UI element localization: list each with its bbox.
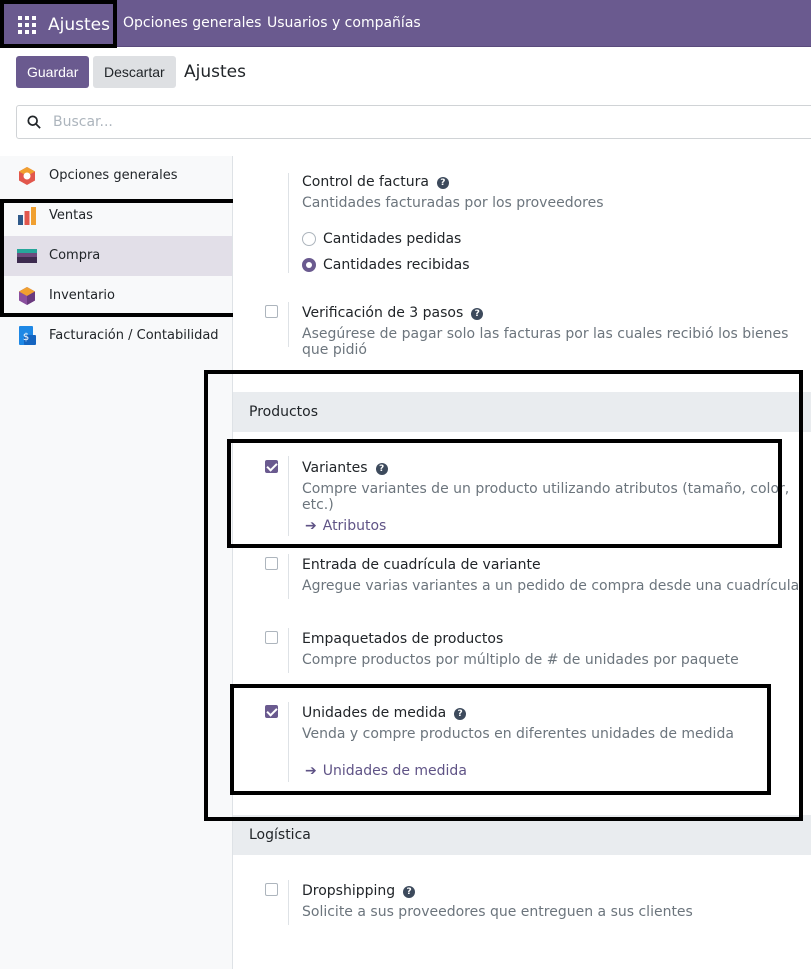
- radio-ordered-quantities[interactable]: [302, 232, 316, 246]
- sidebar-item-label: Opciones generales: [49, 168, 178, 183]
- sidebar-item-label: Compra: [49, 248, 101, 263]
- product-packagings-title: Empaquetados de productos: [302, 631, 504, 647]
- product-packagings-desc: Compre productos por múltiplo de # de un…: [302, 652, 739, 668]
- dropshipping-checkbox[interactable]: [265, 883, 278, 896]
- save-button[interactable]: Guardar: [16, 56, 90, 88]
- divider: [288, 628, 289, 673]
- sidebar-item-label: Facturación / Contabilidad: [49, 328, 219, 343]
- setting-label: Variantes: [302, 460, 368, 476]
- search-bar[interactable]: [16, 105, 811, 139]
- variant-grid-entry-checkbox[interactable]: [265, 557, 278, 570]
- divider: [288, 302, 289, 347]
- divider: [288, 702, 289, 782]
- setting-label: Unidades de medida: [302, 705, 447, 721]
- section-title: Logística: [249, 827, 311, 843]
- help-icon[interactable]: ?: [471, 308, 484, 320]
- sidebar-item-sales[interactable]: Ventas: [0, 196, 232, 236]
- variants-desc: Compre variantes de un producto utilizan…: [302, 481, 790, 513]
- link-label: Unidades de medida: [322, 763, 467, 779]
- inventory-app-icon: [19, 287, 35, 305]
- link-label: Atributos: [322, 518, 387, 534]
- units-of-measure-title: Unidades de medida?: [302, 705, 467, 721]
- three-way-matching-title: Verificación de 3 pasos?: [302, 305, 484, 321]
- divider: [288, 456, 289, 536]
- radio-label[interactable]: Cantidades recibidas: [323, 257, 470, 273]
- sidebar-item-label: Inventario: [49, 288, 115, 303]
- sidebar-item-purchase[interactable]: Compra: [0, 236, 232, 276]
- radio-label[interactable]: Cantidades pedidas: [323, 231, 461, 247]
- discard-button[interactable]: Descartar: [93, 56, 176, 88]
- help-icon[interactable]: ?: [403, 886, 416, 898]
- help-icon[interactable]: ?: [436, 177, 449, 189]
- setting-label: Verificación de 3 pasos: [302, 305, 464, 321]
- help-icon[interactable]: ?: [454, 708, 467, 720]
- sidebar-item-inventory[interactable]: Inventario: [0, 276, 232, 316]
- divider: [288, 554, 289, 599]
- divider: [288, 880, 289, 925]
- setting-label: Control de factura: [302, 174, 429, 190]
- arrow-right-icon: ➔: [305, 763, 317, 779]
- sidebar-item-accounting[interactable]: $ Facturación / Contabilidad: [0, 316, 232, 356]
- billing-control-title: Control de factura?: [302, 174, 449, 190]
- top-navbar: Ajustes Opciones generales Usuarios y co…: [0, 0, 811, 48]
- setting-label: Dropshipping: [302, 883, 396, 899]
- divider: [288, 173, 289, 273]
- search-input[interactable]: [53, 111, 753, 133]
- section-header-products: Productos: [233, 392, 811, 432]
- app-menu-brand[interactable]: Ajustes: [0, 0, 117, 48]
- units-of-measure-link[interactable]: ➔ Unidades de medida: [305, 763, 467, 779]
- attributes-link[interactable]: ➔ Atributos: [305, 518, 386, 534]
- variants-checkbox[interactable]: [265, 460, 278, 473]
- purchase-app-icon: [17, 249, 37, 263]
- settings-app-icon: [19, 167, 35, 185]
- three-way-matching-desc: Asegúrese de pagar solo las facturas por…: [302, 326, 789, 358]
- settings-sidebar: Opciones generales Ventas Compra Inventa…: [0, 156, 233, 969]
- arrow-right-icon: ➔: [305, 518, 317, 534]
- variant-grid-entry-desc: Agregue varias variantes a un pedido de …: [302, 578, 800, 594]
- variant-grid-entry-title: Entrada de cuadrícula de variante: [302, 557, 541, 573]
- breadcrumb: Ajustes: [184, 62, 246, 82]
- menu-general-options[interactable]: Opciones generales: [123, 15, 261, 31]
- svg-text:$: $: [23, 332, 29, 343]
- units-of-measure-checkbox[interactable]: [265, 705, 278, 718]
- apps-grid-icon[interactable]: [18, 16, 36, 34]
- help-icon[interactable]: ?: [375, 463, 388, 475]
- accounting-app-icon: $: [19, 326, 36, 345]
- settings-main: Control de factura? Cantidades facturada…: [233, 156, 811, 969]
- sidebar-item-label: Ventas: [49, 208, 93, 223]
- dropshipping-desc: Solicite a sus proveedores que entreguen…: [302, 904, 693, 920]
- dropshipping-title: Dropshipping?: [302, 883, 416, 899]
- billing-control-desc: Cantidades facturadas por los proveedore…: [302, 195, 604, 211]
- variants-title: Variantes?: [302, 460, 388, 476]
- menu-users-companies[interactable]: Usuarios y compañías: [267, 15, 421, 31]
- sidebar-item-general-options[interactable]: Opciones generales: [0, 156, 232, 196]
- radio-received-quantities[interactable]: [302, 258, 316, 272]
- sales-app-icon: [18, 207, 36, 225]
- section-header-logistics: Logística: [233, 815, 811, 855]
- product-packagings-checkbox[interactable]: [265, 631, 278, 644]
- app-title[interactable]: Ajustes: [48, 15, 110, 35]
- units-of-measure-desc: Venda y compre productos en diferentes u…: [302, 726, 734, 742]
- search-icon: [27, 115, 41, 129]
- three-way-matching-checkbox[interactable]: [265, 305, 278, 318]
- section-title: Productos: [249, 404, 319, 420]
